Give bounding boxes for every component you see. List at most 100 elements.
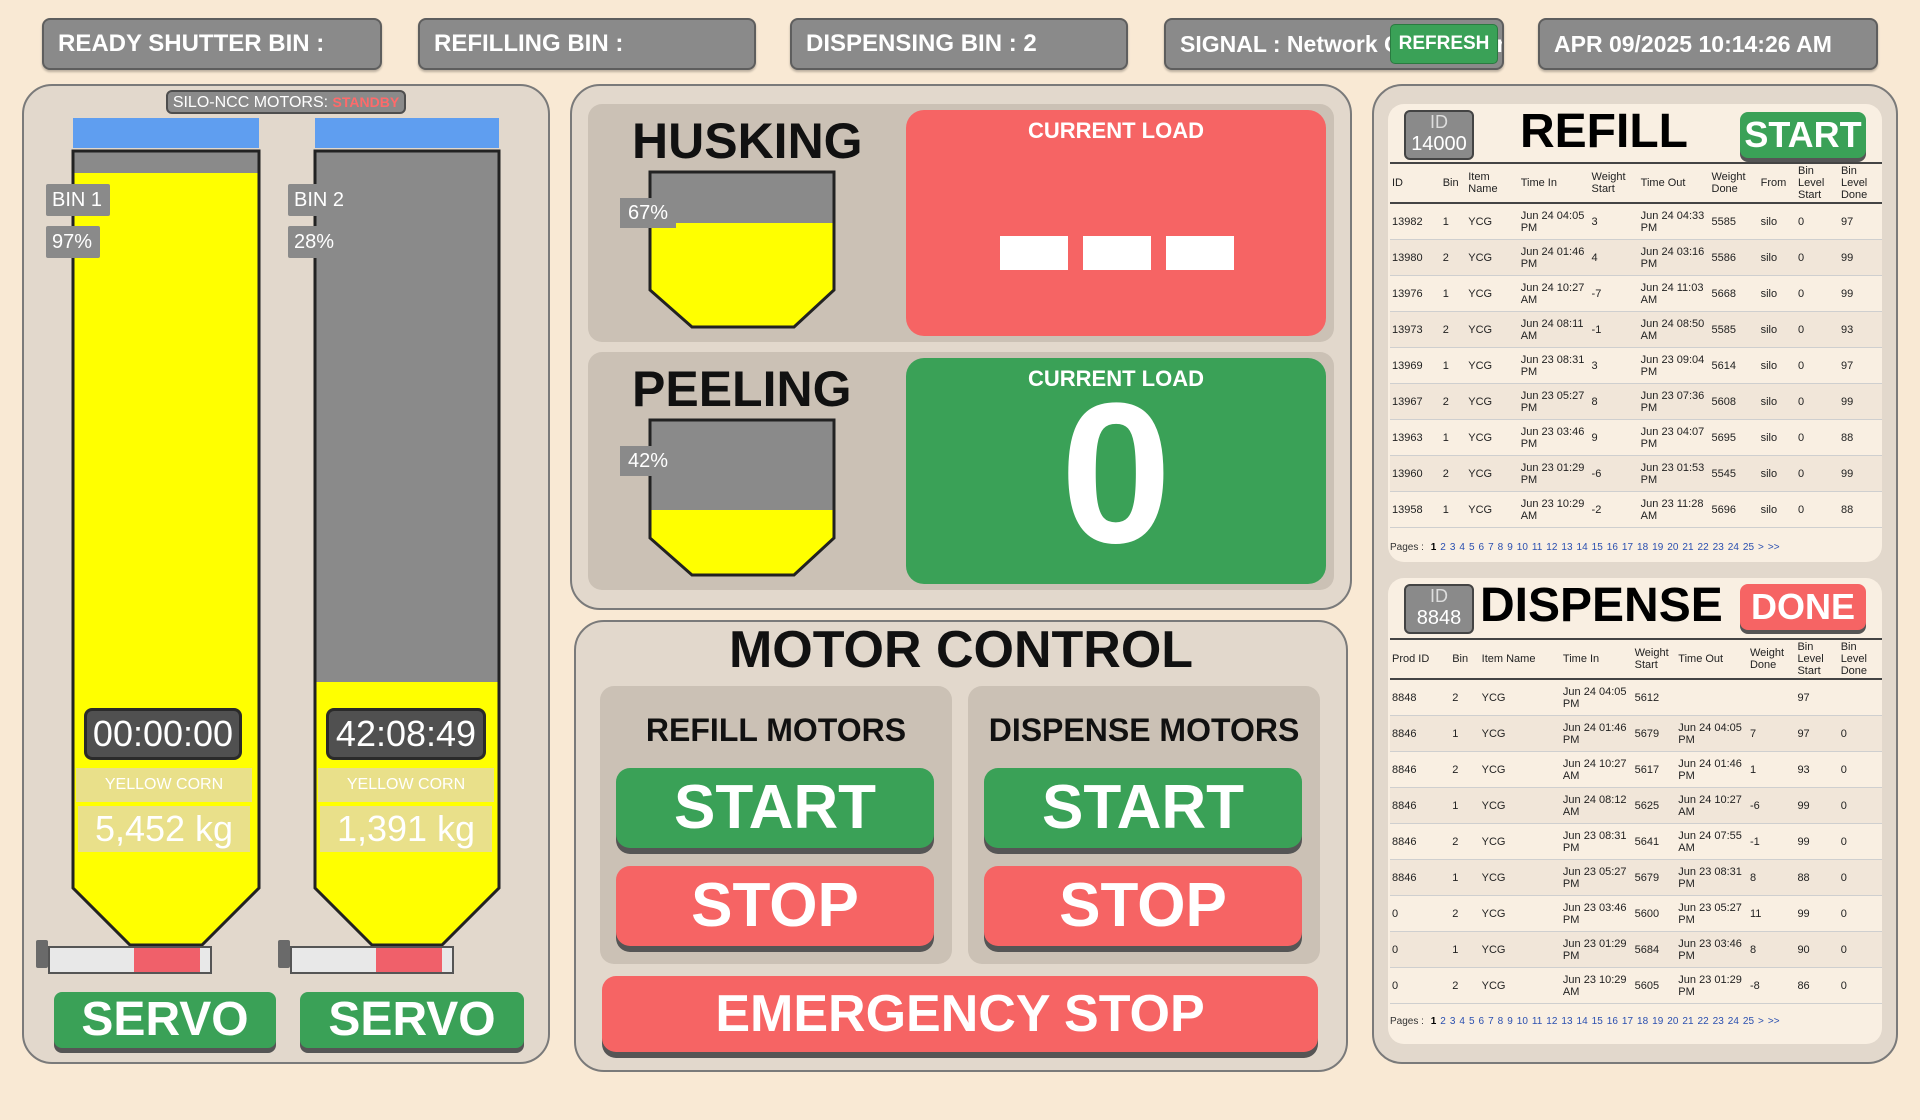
page-link[interactable]: 6 bbox=[1479, 1016, 1485, 1027]
page-link[interactable]: 22 bbox=[1698, 542, 1709, 553]
refresh-button[interactable]: REFRESH bbox=[1390, 24, 1498, 64]
page-link[interactable]: 20 bbox=[1667, 1016, 1678, 1027]
bin-1-servo-slider[interactable] bbox=[48, 946, 212, 974]
table-row[interactable]: 13976 1 YCG Jun 24 10:27 AM -7 Jun 24 11:03 A… bbox=[1390, 275, 1882, 312]
page-link[interactable]: 18 bbox=[1637, 542, 1648, 553]
page-link[interactable]: 10 bbox=[1517, 1016, 1528, 1027]
page-link[interactable]: 19 bbox=[1652, 1016, 1663, 1027]
bin-2-cap bbox=[315, 118, 499, 148]
table-row[interactable]: 13960 2 YCG Jun 23 01:29 PM -6 Jun 23 01:53 P… bbox=[1390, 455, 1882, 492]
table-cell: Jun 24 04:05 PM bbox=[1560, 679, 1633, 716]
page-link[interactable]: > bbox=[1758, 1016, 1764, 1027]
refill-start-button[interactable]: START bbox=[616, 768, 934, 848]
bin-1-servo-button[interactable]: SERVO bbox=[54, 992, 276, 1048]
table-row[interactable]: 8846 1 YCG Jun 24 08:12 AM 5625 Jun 24 10:27 … bbox=[1390, 787, 1882, 824]
page-link[interactable]: 12 bbox=[1546, 542, 1557, 553]
table-row[interactable]: 13963 1 YCG Jun 23 03:46 PM 9 Jun 23 04:07 PM… bbox=[1390, 419, 1882, 456]
page-link[interactable]: 17 bbox=[1622, 1016, 1633, 1027]
page-link[interactable]: 17 bbox=[1622, 542, 1633, 553]
page-link[interactable]: 5 bbox=[1469, 542, 1475, 553]
page-link[interactable]: 9 bbox=[1507, 1016, 1513, 1027]
table-row[interactable]: 0 2 YCG Jun 23 03:46 PM 5600 Jun 23 05:27 PM 1… bbox=[1390, 895, 1882, 932]
page-link[interactable]: 19 bbox=[1652, 542, 1663, 553]
page-link[interactable]: 15 bbox=[1592, 542, 1603, 553]
page-link[interactable]: 1 bbox=[1431, 542, 1437, 553]
table-cell: 9 bbox=[1589, 419, 1639, 456]
page-link[interactable]: 3 bbox=[1450, 542, 1456, 553]
table-row[interactable]: 8846 2 YCG Jun 23 08:31 PM 5641 Jun 24 07:55 … bbox=[1390, 823, 1882, 860]
table-row[interactable]: 13982 1 YCG Jun 24 04:05 PM 3 Jun 24 04:33 PM… bbox=[1390, 203, 1882, 240]
page-link[interactable]: 11 bbox=[1532, 542, 1542, 553]
page-link[interactable]: 16 bbox=[1607, 1016, 1618, 1027]
page-link[interactable]: 20 bbox=[1667, 542, 1678, 553]
page-link[interactable]: 13 bbox=[1561, 1016, 1572, 1027]
table-row[interactable]: 8846 1 YCG Jun 24 01:46 PM 5679 Jun 24 04:05 … bbox=[1390, 715, 1882, 752]
page-link[interactable]: 21 bbox=[1682, 1016, 1693, 1027]
bin-1-servo-handle[interactable] bbox=[36, 940, 48, 968]
page-link[interactable]: 2 bbox=[1440, 542, 1446, 553]
table-cell: 8 bbox=[1747, 931, 1796, 968]
page-link[interactable]: 11 bbox=[1532, 1016, 1542, 1027]
page-link[interactable]: 4 bbox=[1459, 1016, 1465, 1027]
bin-2-servo-slider[interactable] bbox=[290, 946, 454, 974]
bin-2-servo-button[interactable]: SERVO bbox=[300, 992, 524, 1048]
table-cell: YCG bbox=[1466, 203, 1519, 240]
page-link[interactable]: 7 bbox=[1488, 1016, 1494, 1027]
page-link[interactable]: 24 bbox=[1728, 1016, 1739, 1027]
page-link[interactable]: 2 bbox=[1440, 1016, 1446, 1027]
page-link[interactable]: 3 bbox=[1450, 1016, 1456, 1027]
dispensing-bin-status: DISPENSING BIN : 2 bbox=[790, 18, 1128, 70]
table-row[interactable]: 0 1 YCG Jun 23 01:29 PM 5684 Jun 23 03:46 PM 8… bbox=[1390, 931, 1882, 968]
page-link[interactable]: 23 bbox=[1713, 542, 1724, 553]
page-link[interactable]: 14 bbox=[1577, 1016, 1588, 1027]
page-link[interactable]: 9 bbox=[1507, 542, 1513, 553]
page-link[interactable]: 5 bbox=[1469, 1016, 1475, 1027]
refill-col-time-in: Time In bbox=[1518, 162, 1590, 204]
page-link[interactable]: > bbox=[1758, 542, 1764, 553]
table-row[interactable]: 0 2 YCG Jun 23 10:29 AM 5605 Jun 23 01:29 PM -… bbox=[1390, 967, 1882, 1004]
page-link[interactable]: 14 bbox=[1577, 542, 1588, 553]
table-row[interactable]: 13967 2 YCG Jun 23 05:27 PM 8 Jun 23 07:36 PM… bbox=[1390, 383, 1882, 420]
page-link[interactable]: >> bbox=[1768, 542, 1780, 553]
page-link[interactable]: 24 bbox=[1728, 542, 1739, 553]
table-row[interactable]: 13969 1 YCG Jun 23 08:31 PM 3 Jun 23 09:04 PM… bbox=[1390, 347, 1882, 384]
page-link[interactable]: 16 bbox=[1607, 542, 1618, 553]
page-link[interactable]: 8 bbox=[1498, 1016, 1504, 1027]
table-row[interactable]: 8848 2 YCG Jun 24 04:05 PM 5612 97 bbox=[1390, 679, 1882, 716]
page-link[interactable]: 6 bbox=[1479, 542, 1485, 553]
page-link[interactable]: 23 bbox=[1713, 1016, 1724, 1027]
page-link[interactable]: 4 bbox=[1459, 542, 1465, 553]
dispense-start-button[interactable]: START bbox=[984, 768, 1302, 848]
page-link[interactable]: 15 bbox=[1592, 1016, 1603, 1027]
table-row[interactable]: 13973 2 YCG Jun 24 08:11 AM -1 Jun 24 08:50 A… bbox=[1390, 311, 1882, 348]
table-cell: silo bbox=[1758, 491, 1796, 528]
page-link[interactable]: >> bbox=[1768, 1016, 1780, 1027]
table-cell: Jun 23 05:27 PM bbox=[1560, 859, 1633, 896]
page-link[interactable]: 25 bbox=[1743, 542, 1754, 553]
bin-2-servo-handle[interactable] bbox=[278, 940, 290, 968]
table-row[interactable]: 8846 2 YCG Jun 24 10:27 AM 5617 Jun 24 01:46 … bbox=[1390, 751, 1882, 788]
page-link[interactable]: 25 bbox=[1743, 1016, 1754, 1027]
page-link[interactable]: 1 bbox=[1431, 1016, 1437, 1027]
page-link[interactable]: 18 bbox=[1637, 1016, 1648, 1027]
datetime-display: APR 09/2025 10:14:26 AM bbox=[1538, 18, 1878, 70]
table-cell: 13982 bbox=[1390, 203, 1441, 240]
page-link[interactable]: 8 bbox=[1498, 542, 1504, 553]
dispense-stop-button[interactable]: STOP bbox=[984, 866, 1302, 946]
table-row[interactable]: 8846 1 YCG Jun 23 05:27 PM 5679 Jun 23 08:31 … bbox=[1390, 859, 1882, 896]
table-cell: 0 bbox=[1795, 311, 1839, 348]
page-link[interactable]: 21 bbox=[1682, 542, 1693, 553]
table-row[interactable]: 13980 2 YCG Jun 24 01:46 PM 4 Jun 24 03:16 PM… bbox=[1390, 239, 1882, 276]
page-link[interactable]: 7 bbox=[1488, 542, 1494, 553]
dispense-done-button[interactable]: DONE bbox=[1740, 584, 1866, 630]
table-cell: Jun 23 01:29 PM bbox=[1560, 931, 1633, 968]
bin-2-weight: 1,391 kg bbox=[320, 806, 492, 852]
table-row[interactable]: 13958 1 YCG Jun 23 10:29 AM -2 Jun 23 11:28 A… bbox=[1390, 491, 1882, 528]
refill-start-button-small[interactable]: START bbox=[1740, 112, 1866, 158]
refill-stop-button[interactable]: STOP bbox=[616, 866, 934, 946]
page-link[interactable]: 22 bbox=[1698, 1016, 1709, 1027]
page-link[interactable]: 13 bbox=[1561, 542, 1572, 553]
page-link[interactable]: 12 bbox=[1546, 1016, 1557, 1027]
page-link[interactable]: 10 bbox=[1517, 542, 1528, 553]
emergency-stop-button[interactable]: EMERGENCY STOP bbox=[602, 976, 1318, 1052]
